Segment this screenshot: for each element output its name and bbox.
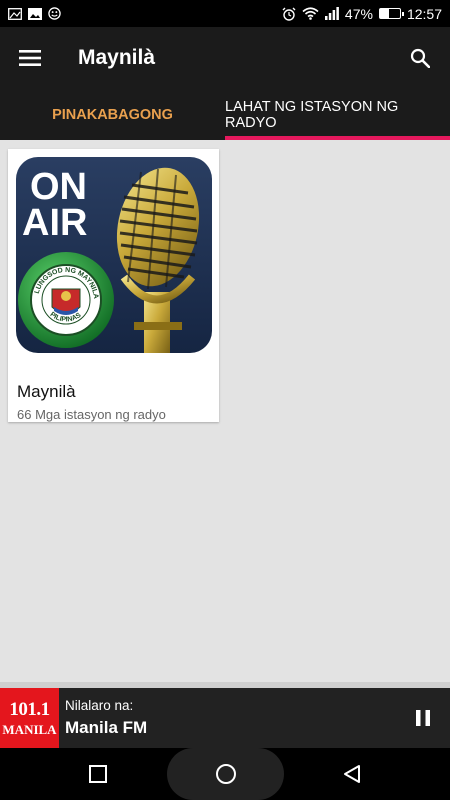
on-air-line2: AIR <box>22 202 87 244</box>
back-icon <box>344 765 360 783</box>
pause-icon <box>416 710 430 726</box>
notification-icons <box>8 7 61 20</box>
station-logo-city: MANILA <box>2 722 57 737</box>
app-bar: Maynilà <box>0 27 450 89</box>
tab-bar: PINAKABAGONG LAHAT NG ISTASYON NG RADYO <box>0 89 450 140</box>
search-icon <box>410 48 430 68</box>
content-area: ON AIR LUNGSOD NG MAYNILA PILIPINAS Mayn… <box>0 140 450 688</box>
image-icon <box>28 7 42 20</box>
recent-apps-button[interactable] <box>86 762 110 786</box>
city-card[interactable]: ON AIR LUNGSOD NG MAYNILA PILIPINAS Mayn… <box>8 149 219 422</box>
system-status: 47% 12:57 <box>282 6 442 22</box>
battery-percent: 47% <box>344 5 373 22</box>
mini-player[interactable]: 101.1 MANILA Nilalaro na: Manila FM <box>0 688 450 748</box>
card-title: Maynilà <box>17 382 76 401</box>
navigation-bar <box>0 748 450 800</box>
station-logo: 101.1 MANILA <box>0 688 59 748</box>
search-button[interactable] <box>390 27 450 89</box>
station-logo-number: 101.1 <box>9 699 50 720</box>
smiley-icon <box>48 7 61 20</box>
home-button[interactable] <box>167 748 284 800</box>
alarm-icon <box>282 7 296 21</box>
back-button[interactable] <box>340 762 364 786</box>
on-air-microphone-image: ON AIR LUNGSOD NG MAYNILA PILIPINAS <box>16 157 212 353</box>
page-title: Maynilà <box>78 46 156 69</box>
card-subtitle: 66 Mga istasyon ng radyo <box>17 407 166 422</box>
battery-icon <box>378 8 404 19</box>
home-icon <box>215 764 236 784</box>
clock: 12:57 <box>406 5 442 22</box>
menu-button[interactable] <box>0 27 60 89</box>
station-name: Manila FM <box>65 718 148 737</box>
now-playing-label: Nilalaro na: <box>65 698 134 713</box>
signal-icon <box>324 7 339 20</box>
pause-button[interactable] <box>408 703 438 733</box>
recent-apps-icon <box>89 765 107 783</box>
hamburger-menu-icon <box>19 50 41 66</box>
tab-all-stations[interactable]: LAHAT NG ISTASYON NG RADYO <box>225 89 450 140</box>
tab-latest[interactable]: PINAKABAGONG <box>0 89 225 140</box>
wifi-icon <box>302 7 319 20</box>
battery-fill <box>379 9 390 18</box>
gallery-icon <box>8 7 22 20</box>
status-bar: 47% 12:57 <box>0 0 450 27</box>
